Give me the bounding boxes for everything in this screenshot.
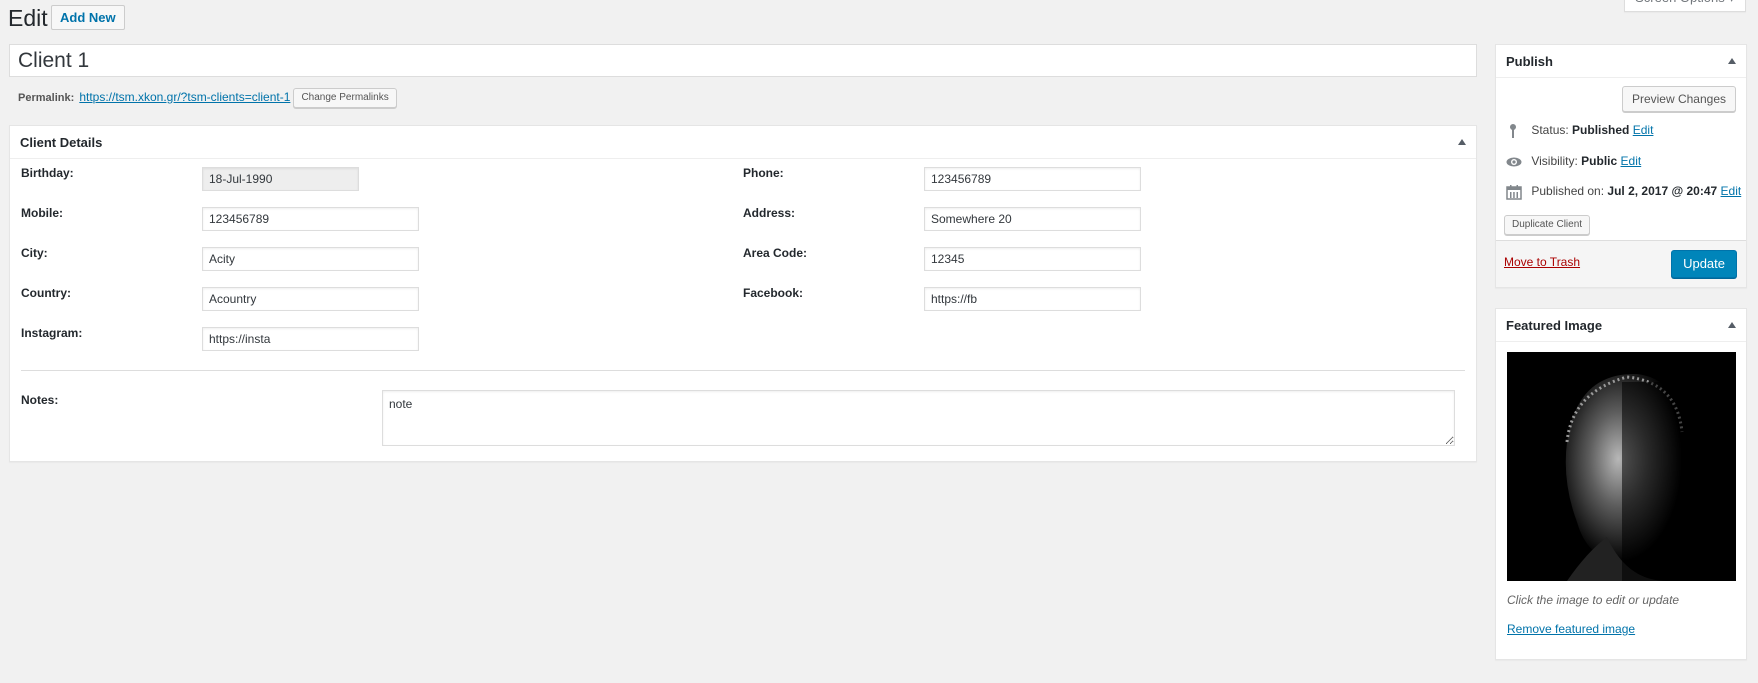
update-button[interactable]: Update xyxy=(1671,250,1737,278)
country-label: Country: xyxy=(21,286,71,300)
add-new-button[interactable]: Add New xyxy=(51,5,125,30)
birthday-input[interactable] xyxy=(202,167,359,191)
collapse-arrow-icon[interactable] xyxy=(1728,58,1736,64)
featured-image-caption: Click the image to edit or update xyxy=(1507,593,1680,607)
edit-visibility-link[interactable]: Edit xyxy=(1621,154,1642,168)
visibility-value: Public xyxy=(1581,154,1618,168)
area-code-input[interactable] xyxy=(924,247,1141,271)
edit-date-link[interactable]: Edit xyxy=(1721,184,1742,198)
client-details-box: Client Details Birthday: Mobile: City: C… xyxy=(9,125,1477,462)
address-label: Address: xyxy=(743,206,796,220)
notes-label: Notes: xyxy=(21,393,59,407)
permalink-link[interactable]: https://tsm.xkon.gr/?tsm-clients=client-… xyxy=(79,90,290,104)
city-label: City: xyxy=(21,246,48,260)
birthday-label: Birthday: xyxy=(21,166,74,180)
publish-box: Publish Preview Changes Status: Publishe… xyxy=(1495,44,1747,288)
published-on-value: Jul 2, 2017 @ 20:47 xyxy=(1607,184,1718,198)
publish-title: Publish xyxy=(1506,54,1553,69)
instagram-label: Instagram: xyxy=(21,326,83,340)
address-input[interactable] xyxy=(924,207,1141,231)
mobile-input[interactable] xyxy=(202,207,419,231)
screen-options-button[interactable]: Screen Options ▾ xyxy=(1624,0,1746,12)
pin-icon xyxy=(1506,123,1522,139)
instagram-input[interactable] xyxy=(202,327,419,351)
phone-input[interactable] xyxy=(924,167,1141,191)
client-details-title: Client Details xyxy=(20,135,103,150)
preview-changes-button[interactable]: Preview Changes xyxy=(1621,86,1736,112)
area-code-label: Area Code: xyxy=(743,246,808,260)
featured-image-box: Featured Image Click the image to edit o… xyxy=(1495,308,1747,660)
page-title: Edit xyxy=(8,5,48,31)
mobile-label: Mobile: xyxy=(21,206,63,220)
duplicate-client-button[interactable]: Duplicate Client xyxy=(1504,215,1591,235)
featured-image-header[interactable]: Featured Image xyxy=(1496,309,1746,342)
published-on-row: Published on: Jul 2, 2017 @ 20:47 Edit xyxy=(1506,182,1741,200)
permalink-label: Permalink: xyxy=(18,92,75,104)
featured-image-thumbnail[interactable] xyxy=(1507,352,1736,581)
publish-header[interactable]: Publish xyxy=(1496,45,1746,78)
phone-label: Phone: xyxy=(743,166,784,180)
visibility-label: Visibility: xyxy=(1531,154,1578,168)
collapse-arrow-icon[interactable] xyxy=(1728,322,1736,328)
visibility-row: Visibility: Public Edit xyxy=(1506,152,1641,170)
permalink-row: Permalink: https://tsm.xkon.gr/?tsm-clie… xyxy=(18,88,397,109)
country-input[interactable] xyxy=(202,287,419,311)
major-publishing-actions: Move to Trash Update xyxy=(1496,240,1746,287)
status-row: Status: Published Edit xyxy=(1506,121,1653,139)
post-title-input[interactable] xyxy=(9,44,1477,77)
portrait-image xyxy=(1507,352,1736,581)
featured-image-title: Featured Image xyxy=(1506,318,1603,333)
published-on-label: Published on: xyxy=(1531,184,1605,198)
client-details-header[interactable]: Client Details xyxy=(10,126,1476,159)
notes-textarea[interactable]: note xyxy=(382,390,1455,446)
status-value: Published xyxy=(1572,123,1630,137)
city-input[interactable] xyxy=(202,247,419,271)
edit-status-link[interactable]: Edit xyxy=(1633,123,1654,137)
collapse-arrow-icon[interactable] xyxy=(1458,139,1466,145)
eye-icon xyxy=(1506,154,1522,170)
calendar-icon xyxy=(1506,184,1522,200)
status-label: Status: xyxy=(1531,123,1569,137)
facebook-label: Facebook: xyxy=(743,286,804,300)
change-permalinks-button[interactable]: Change Permalinks xyxy=(293,88,397,109)
move-to-trash-link[interactable]: Move to Trash xyxy=(1504,255,1580,269)
remove-featured-image-link[interactable]: Remove featured image xyxy=(1507,622,1635,636)
section-divider xyxy=(21,370,1465,371)
facebook-input[interactable] xyxy=(924,287,1141,311)
